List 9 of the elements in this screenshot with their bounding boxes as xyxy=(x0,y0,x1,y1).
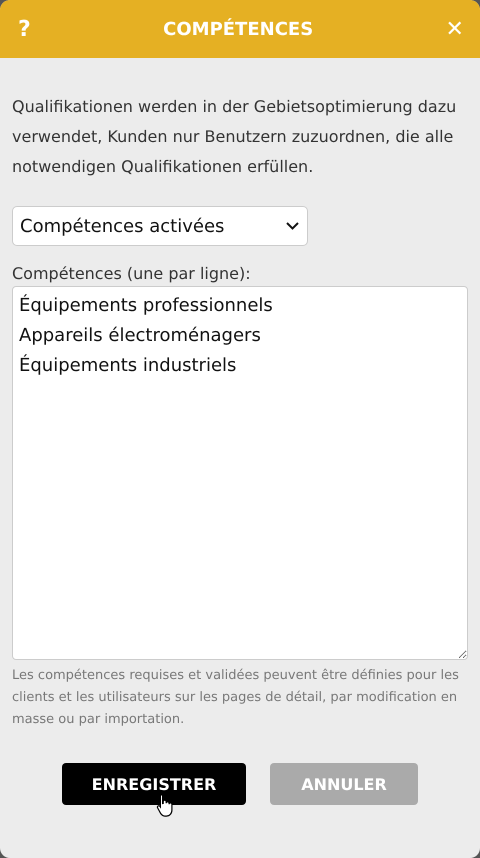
chevron-down-icon xyxy=(286,222,299,230)
hand-cursor-icon xyxy=(156,793,174,817)
description-text: Qualifikationen werden in der Gebietsoptimierung dazu verwendet, Kunden nur Benutzern zuzuordnen, die alle notwendigen Qualifikationen erfüllen. xyxy=(12,96,458,178)
skills-text-area[interactable]: Équipements professionnels Appareils électroménagers Équipements industriels xyxy=(12,286,468,660)
help-text: Les compétences requises et validées peuvent être définies pour les clients et les utilisateurs sur les pages de détail, par modification en masse ou par importation. xyxy=(12,667,460,729)
dialog-title: COMPÉTENCES xyxy=(163,18,314,40)
save-button[interactable]: ENREGISTRER xyxy=(62,763,246,805)
field-label: Compétences (une par ligne): xyxy=(12,263,252,285)
mode-dropdown[interactable]: Compétences activées xyxy=(12,206,308,246)
